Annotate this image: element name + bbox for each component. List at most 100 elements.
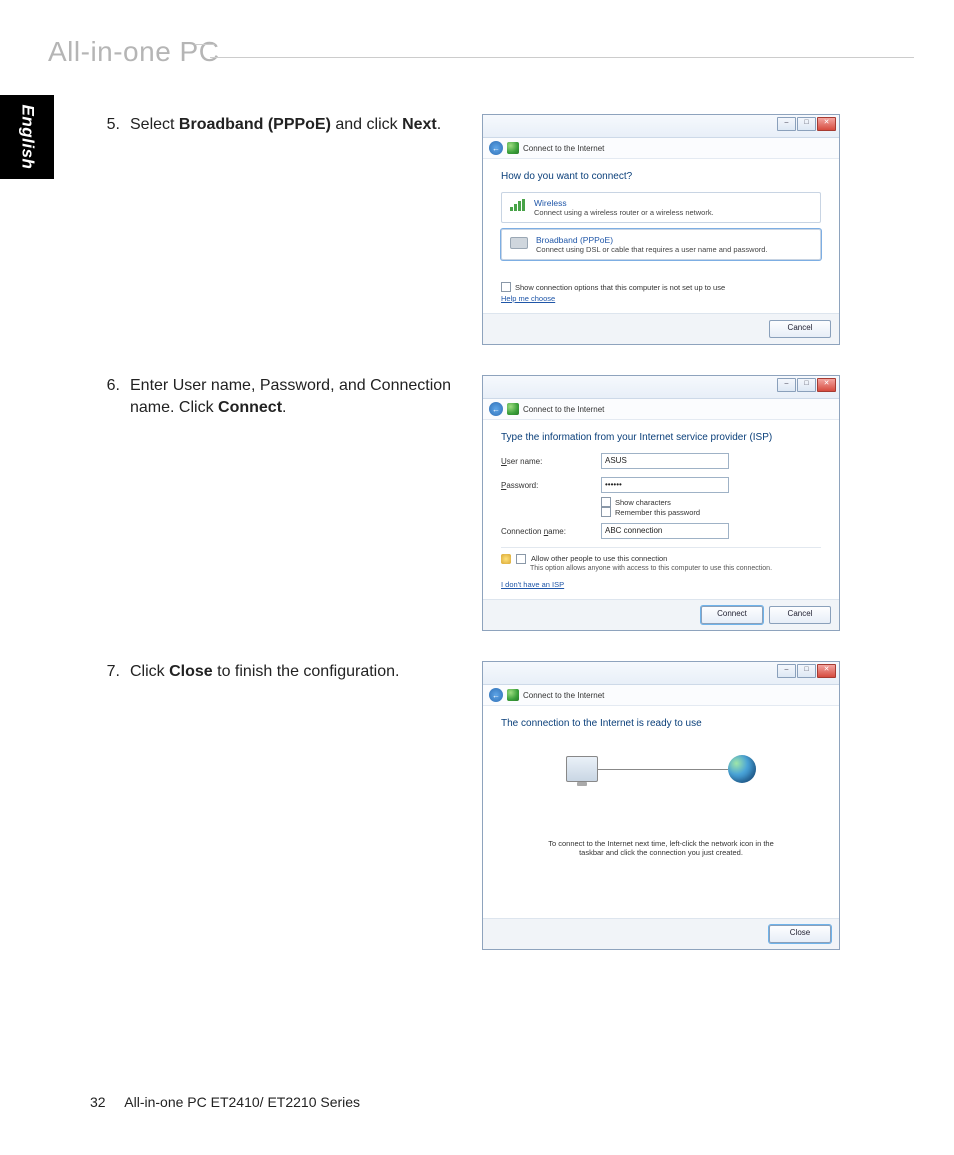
language-label: English (17, 105, 37, 170)
dialog3-nav: ← Connect to the Internet (483, 685, 839, 706)
allow-others-checkbox[interactable] (516, 554, 526, 564)
step-6-row: 6. Enter User name, Password, and Connec… (90, 375, 894, 631)
option-wireless[interactable]: Wireless Connect using a wireless router… (501, 192, 821, 223)
dialog2-cancel-button[interactable]: Cancel (769, 606, 831, 624)
maximize-button[interactable]: □ (797, 664, 816, 678)
window-buttons: – □ ✕ (777, 117, 836, 131)
show-chars-checkbox[interactable] (601, 497, 611, 507)
step-6-body: Enter User name, Password, and Connectio… (130, 375, 470, 418)
content-area: 5. Select Broadband (PPPoE) and click Ne… (90, 114, 894, 980)
network-icon (507, 689, 519, 701)
minimize-button[interactable]: – (777, 664, 796, 678)
step-5-body: Select Broadband (PPPoE) and click Next. (130, 114, 470, 136)
back-icon[interactable]: ← (489, 141, 503, 155)
username-label: User name: (501, 457, 591, 466)
step-7-row: 7. Click Close to finish the configurati… (90, 661, 894, 950)
step-5-row: 5. Select Broadband (PPPoE) and click Ne… (90, 114, 894, 345)
step-5-number: 5. (90, 114, 130, 136)
option-broadband[interactable]: Broadband (PPPoE) Connect using DSL or c… (501, 229, 821, 260)
dialog3-body: The connection to the Internet is ready … (483, 706, 839, 918)
password-input[interactable]: •••••• (601, 477, 729, 493)
option-broadband-title: Broadband (PPPoE) (536, 235, 768, 245)
dialog1-nav-title: Connect to the Internet (523, 144, 604, 153)
option-broadband-desc: Connect using DSL or cable that requires… (536, 245, 768, 254)
dialog2-nav: ← Connect to the Internet (483, 399, 839, 420)
help-me-choose-link[interactable]: Help me choose (501, 294, 555, 303)
no-isp-link[interactable]: I don't have an ISP (501, 580, 564, 589)
page-number: 32 (90, 1094, 106, 1110)
step-7-number: 7. (90, 661, 130, 683)
close-button[interactable]: ✕ (817, 378, 836, 392)
dialog-isp-info: – □ ✕ ← Connect to the Internet Type the… (482, 375, 840, 631)
option-wireless-title: Wireless (534, 198, 714, 208)
dialog1-heading: How do you want to connect? (501, 171, 821, 182)
separator (501, 547, 821, 548)
dialog2-body: Type the information from your Internet … (483, 420, 839, 599)
dialog-ready: – □ ✕ ← Connect to the Internet The conn… (482, 661, 840, 950)
network-icon (507, 403, 519, 415)
computer-icon (566, 756, 598, 782)
maximize-button[interactable]: □ (797, 378, 816, 392)
step-5-text: 5. Select Broadband (PPPoE) and click Ne… (90, 114, 482, 136)
remember-row: Remember this password (601, 507, 821, 517)
dialog2-nav-title: Connect to the Internet (523, 405, 604, 414)
allow-others-label: Allow other people to use this connectio… (531, 554, 667, 563)
window-buttons: – □ ✕ (777, 664, 836, 678)
close-button[interactable]: ✕ (817, 664, 836, 678)
show-chars-row: Show characters (601, 497, 821, 507)
globe-icon (728, 755, 756, 783)
show-options-row: Show connection options that this comput… (501, 282, 821, 292)
show-options-checkbox[interactable] (501, 282, 511, 292)
username-input[interactable]: ASUS (601, 453, 729, 469)
dialog2-footer: Connect Cancel (483, 599, 839, 630)
step-7-text: 7. Click Close to finish the configurati… (90, 661, 482, 683)
show-chars-label: Show characters (615, 498, 671, 507)
wifi-icon (510, 199, 526, 211)
connection-tip: To connect to the Internet next time, le… (546, 839, 776, 858)
step-6-number: 6. (90, 375, 130, 418)
allow-others-row: Allow other people to use this connectio… (501, 554, 821, 564)
window-buttons: – □ ✕ (777, 378, 836, 392)
dialog3-heading: The connection to the Internet is ready … (501, 718, 821, 729)
password-row: Password: •••••• (501, 477, 821, 493)
maximize-button[interactable]: □ (797, 117, 816, 131)
modem-icon (510, 237, 528, 249)
dialog2-titlebar: – □ ✕ (483, 376, 839, 399)
minimize-button[interactable]: – (777, 117, 796, 131)
dialog1-cancel-button[interactable]: Cancel (769, 320, 831, 338)
close-dialog-button[interactable]: Close (769, 925, 831, 943)
password-label: Password: (501, 481, 591, 490)
step-7-body: Click Close to finish the configuration. (130, 661, 470, 683)
language-tab: English (0, 95, 54, 179)
dialog3-nav-title: Connect to the Internet (523, 691, 604, 700)
dialog1-footer: Cancel (483, 313, 839, 344)
connection-name-label: Connection name: (501, 527, 591, 536)
remember-checkbox[interactable] (601, 507, 611, 517)
username-row: User name: ASUS (501, 453, 821, 469)
page-header: All-in-one PC (0, 40, 954, 72)
close-button[interactable]: ✕ (817, 117, 836, 131)
dialog1-titlebar: – □ ✕ (483, 115, 839, 138)
header-rule (210, 57, 914, 58)
show-options-label: Show connection options that this comput… (515, 283, 725, 292)
minimize-button[interactable]: – (777, 378, 796, 392)
shield-icon (501, 554, 511, 564)
back-icon[interactable]: ← (489, 688, 503, 702)
dialog1-nav: ← Connect to the Internet (483, 138, 839, 159)
option-wireless-desc: Connect using a wireless router or a wir… (534, 208, 714, 217)
connection-name-row: Connection name: ABC connection (501, 523, 821, 539)
connection-graphic (501, 739, 821, 799)
network-icon (507, 142, 519, 154)
series-label: All-in-one PC ET2410/ ET2210 Series (124, 1094, 360, 1110)
connect-button[interactable]: Connect (701, 606, 763, 624)
remember-label: Remember this password (615, 508, 700, 517)
dialog3-footer: Close (483, 918, 839, 949)
connection-name-input[interactable]: ABC connection (601, 523, 729, 539)
dialog2-heading: Type the information from your Internet … (501, 432, 821, 443)
allow-others-desc: This option allows anyone with access to… (530, 565, 821, 572)
back-icon[interactable]: ← (489, 402, 503, 416)
step-6-text: 6. Enter User name, Password, and Connec… (90, 375, 482, 418)
dialog3-titlebar: – □ ✕ (483, 662, 839, 685)
dialog-connect-options: – □ ✕ ← Connect to the Internet How do y… (482, 114, 840, 345)
dialog1-body: How do you want to connect? Wireless Con… (483, 159, 839, 313)
